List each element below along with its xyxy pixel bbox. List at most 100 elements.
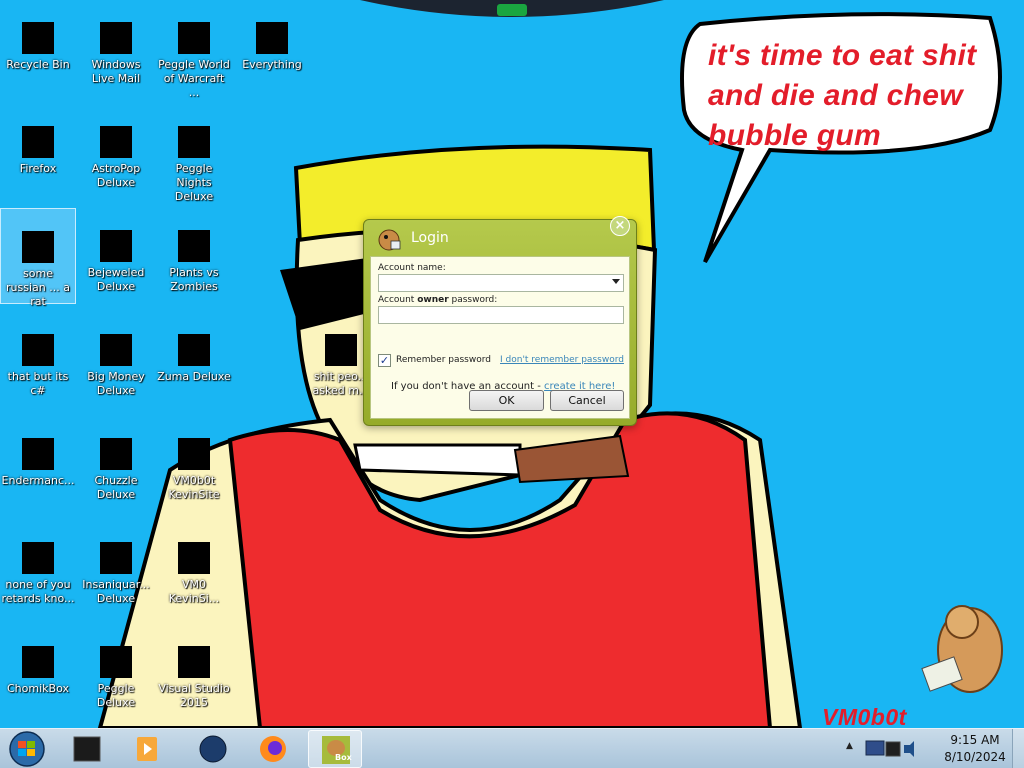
desktop-icon-label: none of you retards kno... bbox=[1, 578, 75, 605]
desktop-icon[interactable]: Chuzzle Deluxe bbox=[78, 416, 154, 512]
desktop-icon-label: Windows Live Mail bbox=[91, 58, 141, 85]
censor-block bbox=[325, 334, 357, 366]
peggle-icon bbox=[170, 110, 218, 158]
desktop-icon[interactable]: Visual Studio 2015 bbox=[156, 624, 232, 720]
terminal-icon bbox=[14, 422, 62, 470]
search-app-icon bbox=[248, 6, 296, 54]
desktop-icon-label: Big Money Deluxe bbox=[87, 370, 145, 397]
password-field[interactable] bbox=[378, 306, 624, 324]
tray-icons bbox=[865, 740, 914, 757]
desktop-icon[interactable]: Endermanc... bbox=[0, 416, 76, 512]
speech-bubble-text: it's time to eat shit and die and chew b… bbox=[708, 39, 977, 152]
censor-block bbox=[178, 438, 210, 470]
censor-block bbox=[22, 22, 54, 54]
taskbar-button-firefox[interactable] bbox=[246, 730, 300, 768]
censor-block bbox=[22, 334, 54, 366]
desktop-icon-label: VM0b0t KevinSite bbox=[168, 474, 220, 501]
desktop-icon[interactable]: Peggle Deluxe bbox=[78, 624, 154, 720]
censor-block bbox=[22, 231, 54, 263]
desktop-icon[interactable]: ChomikBox bbox=[0, 624, 76, 720]
desktop-icon[interactable]: Everything bbox=[234, 0, 310, 96]
file-icon bbox=[14, 318, 62, 366]
password-label-bold: owner bbox=[417, 295, 449, 305]
desktop-icon[interactable]: Plants vs Zombies bbox=[156, 208, 232, 304]
desktop-icon[interactable]: Insaniquar... Deluxe bbox=[78, 520, 154, 616]
desktop-icon[interactable]: Zuma Deluxe bbox=[156, 312, 232, 408]
censor-block bbox=[100, 542, 132, 574]
password-label-suffix: password: bbox=[448, 295, 498, 305]
desktop-icon[interactable]: Big Money Deluxe bbox=[78, 312, 154, 408]
desktop-icon-label: Recycle Bin bbox=[6, 58, 70, 71]
app-icon bbox=[170, 526, 218, 574]
chomikbox-icon bbox=[322, 736, 350, 764]
desktop-icon[interactable]: none of you retards kno... bbox=[0, 520, 76, 616]
desktop-icon-label: Plants vs Zombies bbox=[169, 266, 219, 293]
clock[interactable]: 9:15 AM 8/10/2024 bbox=[940, 732, 1010, 766]
chevron-down-icon[interactable] bbox=[612, 279, 620, 284]
censor-block bbox=[22, 438, 54, 470]
censor-block bbox=[178, 334, 210, 366]
chomikbox-icon bbox=[14, 630, 62, 678]
desktop-icon-label: Peggle World of Warcraft ... bbox=[158, 58, 230, 99]
taskbar-button-media-player[interactable] bbox=[120, 730, 174, 768]
network-icon bbox=[865, 740, 885, 756]
desktop-icon-label: that but its c# bbox=[7, 370, 69, 397]
desktop-icon[interactable]: Bejeweled Deluxe bbox=[78, 208, 154, 304]
start-button[interactable] bbox=[4, 730, 50, 768]
mail-icon bbox=[92, 6, 140, 54]
ok-button[interactable]: OK bbox=[469, 390, 544, 411]
desktop-icon[interactable]: Recycle Bin bbox=[0, 0, 76, 96]
desktop-icon-label: Insaniquar... Deluxe bbox=[82, 578, 150, 605]
desktop-icon[interactable]: Peggle Nights Deluxe bbox=[156, 104, 232, 203]
desktop-icon[interactable]: Windows Live Mail bbox=[78, 0, 154, 96]
desktop-icon-label: AstroPop Deluxe bbox=[91, 162, 141, 189]
dialog-content: Account name: Account owner password: ✓ … bbox=[370, 256, 630, 419]
desktop-icon[interactable]: VM0 KevinSi... bbox=[156, 520, 232, 616]
desktop-icon[interactable]: Firefox bbox=[0, 104, 76, 200]
system-tray: ▲ 9:15 AM 8/10/2024 bbox=[840, 729, 1024, 768]
forgot-password-link[interactable]: I don't remember password bbox=[500, 355, 624, 365]
taskbar-button-explorer[interactable] bbox=[60, 730, 114, 768]
peggle-icon bbox=[92, 630, 140, 678]
wallpaper-watermark: VM0b0t bbox=[822, 704, 907, 730]
desktop-icon[interactable]: some russian ... a rat bbox=[0, 208, 76, 308]
game-icon bbox=[92, 422, 140, 470]
remember-password-checkbox[interactable]: ✓ bbox=[378, 354, 391, 367]
censor-block bbox=[178, 126, 210, 158]
desktop-icon[interactable]: AstroPop Deluxe bbox=[78, 104, 154, 200]
taskbar-button-chomikbox[interactable]: Box bbox=[308, 730, 362, 768]
censor-block bbox=[256, 22, 288, 54]
censor-block bbox=[100, 646, 132, 678]
taskbar-button-label: Box bbox=[335, 753, 352, 762]
desktop-icon[interactable]: VM0b0t KevinSite bbox=[156, 416, 232, 512]
taskbar: Box ▲ 9:15 AM 8/10/2024 bbox=[0, 728, 1024, 768]
desktop-icon[interactable]: that but its c# bbox=[0, 312, 76, 408]
dialog-title-bar[interactable]: Login × bbox=[364, 216, 636, 254]
desktop-icon-label: Zuma Deluxe bbox=[157, 370, 231, 383]
show-desktop-button[interactable] bbox=[1012, 729, 1024, 768]
desktop-icon-label: some russian ... a rat bbox=[6, 267, 70, 308]
taskbar-button-globe[interactable] bbox=[186, 730, 240, 768]
firefox-icon bbox=[260, 736, 286, 762]
desktop-icon[interactable]: Peggle World of Warcraft ... bbox=[156, 0, 232, 99]
account-name-dropdown[interactable] bbox=[378, 274, 624, 292]
censor-block bbox=[100, 438, 132, 470]
tray-overflow-arrow-icon[interactable]: ▲ bbox=[846, 741, 853, 751]
censor-block bbox=[178, 542, 210, 574]
censor-block bbox=[100, 22, 132, 54]
password-label: Account owner password: bbox=[378, 295, 497, 305]
globe-icon bbox=[199, 735, 227, 763]
console-icon bbox=[73, 736, 101, 762]
recycle-bin-icon bbox=[14, 6, 62, 54]
peggle-icon bbox=[170, 6, 218, 54]
censor-block bbox=[22, 542, 54, 574]
folder-icon bbox=[317, 318, 365, 366]
desktop-icon-label: Peggle Nights Deluxe bbox=[174, 162, 214, 203]
chomikbox-icon bbox=[378, 229, 401, 251]
cancel-button[interactable]: Cancel bbox=[550, 390, 624, 411]
censor-block bbox=[100, 126, 132, 158]
volume-icon bbox=[904, 741, 914, 757]
dialog-close-button[interactable]: × bbox=[610, 216, 630, 236]
media-player-icon bbox=[137, 737, 157, 761]
censor-block bbox=[100, 334, 132, 366]
